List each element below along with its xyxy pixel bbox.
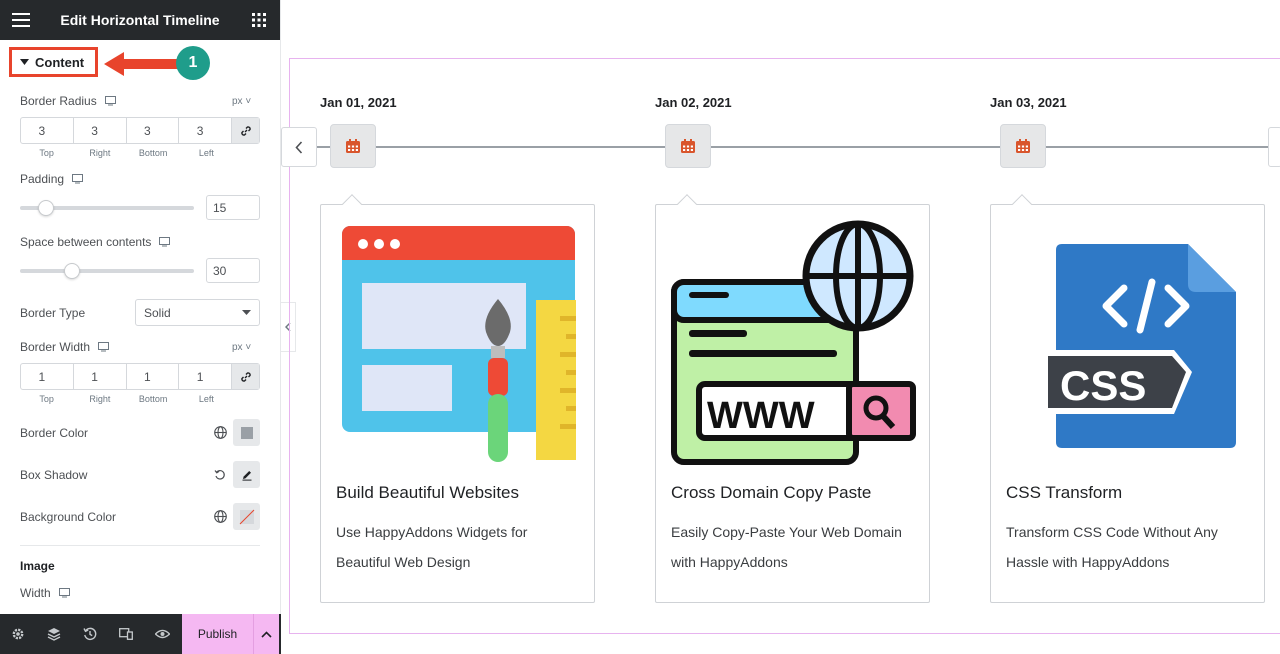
border-width-top-input[interactable]: 1 [21,364,74,389]
panel-footer: Publish [0,614,281,654]
css-file-illustration: CSS [1042,244,1236,448]
reset-icon[interactable] [207,461,233,488]
image-heading: Image [20,559,55,573]
units-dropdown[interactable]: px ˅ [232,342,251,353]
border-radius-label: Border Radius [20,94,116,108]
arrow-left-icon [104,52,178,76]
width-label: Width [20,586,70,600]
svg-text:CSS: CSS [1060,362,1146,409]
background-color-swatch[interactable] [233,503,260,530]
desktop-icon[interactable] [104,96,116,106]
space-between-label: Space between contents [20,235,171,249]
chevron-left-icon [295,140,303,154]
timeline-line [317,146,1280,148]
www-globe-illustration: WWW [671,220,916,465]
border-radius-top-input[interactable]: 3 [21,118,74,143]
editor-panel: Edit Horizontal Timeline Content 1 Borde… [0,0,281,654]
timeline-card[interactable]: WWW Cross Domain Copy Paste Easily Copy-… [655,194,930,603]
border-width-side-labels: Top Right Bottom Left [39,394,214,404]
border-width-left-input[interactable]: 1 [179,364,232,389]
caret-down-icon [242,310,251,315]
border-radius-side-labels: Top Right Bottom Left [39,148,214,158]
panel-header: Edit Horizontal Timeline [0,0,280,40]
calendar-icon [1000,124,1046,168]
padding-input[interactable]: 15 [206,195,260,220]
step-number-badge: 1 [176,46,210,80]
card-title: Build Beautiful Websites [336,483,520,502]
timeline-date: Jan 03, 2021 [990,95,1067,110]
card-title: CSS Transform [1006,483,1123,502]
layers-icon[interactable] [36,614,72,654]
border-radius-left-input[interactable]: 3 [179,118,232,143]
timeline-date: Jan 01, 2021 [320,95,397,110]
border-radius-inputs: 3 3 3 3 [20,117,260,144]
widgets-grid-icon[interactable] [250,11,268,29]
padding-label: Padding [20,172,84,186]
panel-title: Edit Horizontal Timeline [60,12,220,28]
caret-down-icon [20,59,29,65]
border-color-swatch[interactable] [233,419,260,446]
space-between-slider[interactable] [20,263,194,279]
border-color-control [207,419,260,446]
hamburger-menu-icon[interactable] [12,11,30,29]
settings-gear-icon[interactable] [0,614,36,654]
space-between-input[interactable]: 30 [206,258,260,283]
background-color-control [207,503,260,530]
desktop-icon[interactable] [72,174,84,184]
card-description: Transform CSS Code Without Any Hassle wi… [1006,524,1218,570]
link-values-icon[interactable] [232,364,259,389]
desktop-icon[interactable] [58,588,70,598]
padding-slider-handle[interactable] [38,200,54,216]
svg-text:WWW: WWW [707,395,815,437]
timeline-next-button[interactable] [1268,127,1280,167]
globe-icon[interactable] [207,503,233,530]
border-width-inputs: 1 1 1 1 [20,363,260,390]
chevron-up-icon[interactable] [253,614,279,654]
card-description: Use HappyAddons Widgets for Beautiful We… [336,524,528,570]
website-design-illustration [342,226,576,462]
units-dropdown[interactable]: px ˅ [232,96,251,107]
border-width-bottom-input[interactable]: 1 [127,364,180,389]
padding-slider[interactable] [20,200,194,216]
globe-icon[interactable] [207,419,233,446]
box-shadow-label: Box Shadow [20,468,88,482]
timeline-prev-button[interactable] [281,127,317,167]
history-icon[interactable] [72,614,108,654]
publish-button[interactable]: Publish [182,614,253,654]
border-radius-bottom-input[interactable]: 3 [127,118,180,143]
border-width-right-input[interactable]: 1 [74,364,127,389]
responsive-mode-icon[interactable] [108,614,144,654]
preview-eye-icon[interactable] [144,614,180,654]
border-radius-right-input[interactable]: 3 [74,118,127,143]
calendar-icon [665,124,711,168]
content-section-toggle[interactable]: Content [9,47,98,77]
card-title: Cross Domain Copy Paste [671,483,872,502]
space-between-slider-handle[interactable] [64,263,80,279]
section-divider [20,545,260,546]
border-type-select[interactable]: Solid [135,299,260,326]
edit-pencil-icon[interactable] [233,461,260,488]
border-type-label: Border Type [20,306,86,320]
background-color-label: Background Color [20,510,117,524]
section-label: Content [35,54,85,70]
timeline-card[interactable]: Build Beautiful Websites Use HappyAddons… [320,194,595,603]
border-color-label: Border Color [20,426,89,440]
timeline-card[interactable]: CSS CSS Transform Transform CSS Code Wit… [990,194,1265,603]
desktop-icon[interactable] [159,237,171,247]
desktop-icon[interactable] [98,342,110,352]
border-width-label: Border Width [20,340,110,354]
box-shadow-control [207,461,260,488]
link-values-icon[interactable] [232,118,259,143]
calendar-icon [330,124,376,168]
card-description: Easily Copy-Paste Your Web Domain with H… [671,524,902,570]
timeline-date: Jan 02, 2021 [655,95,732,110]
